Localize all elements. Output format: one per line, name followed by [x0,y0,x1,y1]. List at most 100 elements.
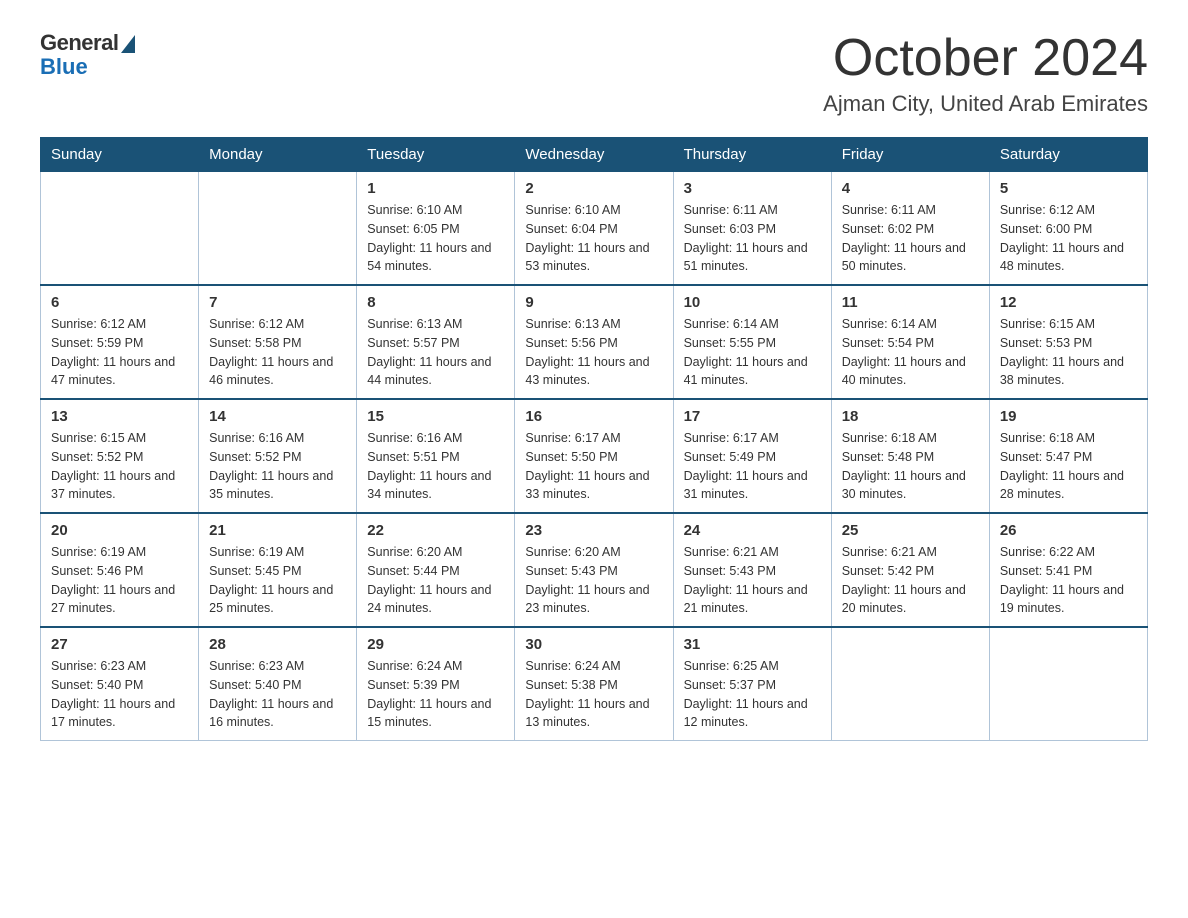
calendar-cell: 7 Sunrise: 6:12 AMSunset: 5:58 PMDaylight… [199,285,357,399]
day-info: Sunrise: 6:23 AMSunset: 5:40 PMDaylight:… [209,657,346,732]
calendar-cell: 29 Sunrise: 6:24 AMSunset: 5:39 PMDayligh… [357,627,515,741]
page-title: October 2024 [823,30,1148,87]
calendar-cell: 24Sunrise: 6:21 AMSunset: 5:43 PMDayligh… [673,513,831,627]
day-info: Sunrise: 6:20 AMSunset: 5:44 PMDaylight:… [367,543,504,618]
calendar-day-header: Monday [199,138,357,172]
calendar-cell: 13 Sunrise: 6:15 AMSunset: 5:52 PMDayligh… [41,399,199,513]
day-info: Sunrise: 6:25 AMSunset: 5:37 PMDaylight:… [684,657,821,732]
day-number: 9 [525,294,662,311]
day-number: 18 [842,408,979,425]
calendar-cell: 28 Sunrise: 6:23 AMSunset: 5:40 PMDayligh… [199,627,357,741]
day-number: 7 [209,294,346,311]
calendar-cell: 15 Sunrise: 6:16 AMSunset: 5:51 PMDayligh… [357,399,515,513]
calendar-cell: 21Sunrise: 6:19 AMSunset: 5:45 PMDayligh… [199,513,357,627]
day-info: Sunrise: 6:13 AMSunset: 5:56 PMDaylight:… [525,315,662,390]
page-header: General Blue October 2024 Ajman City, Un… [40,30,1148,117]
calendar-week-row: 20 Sunrise: 6:19 AMSunset: 5:46 PMDayligh… [41,513,1148,627]
day-number: 3 [684,180,821,197]
calendar-cell: 16Sunrise: 6:17 AMSunset: 5:50 PMDayligh… [515,399,673,513]
logo-arrow-icon [121,35,135,53]
calendar-cell [199,172,357,286]
calendar-cell: 27 Sunrise: 6:23 AMSunset: 5:40 PMDayligh… [41,627,199,741]
day-number: 16 [525,408,662,425]
day-info: Sunrise: 6:12 AMSunset: 5:59 PMDaylight:… [51,315,188,390]
day-number: 29 [367,636,504,653]
day-info: Sunrise: 6:15 AMSunset: 5:53 PMDaylight:… [1000,315,1137,390]
logo-blue-text: Blue [40,54,88,79]
day-number: 17 [684,408,821,425]
day-number: 25 [842,522,979,539]
calendar-day-header: Sunday [41,138,199,172]
day-info: Sunrise: 6:12 AMSunset: 5:58 PMDaylight:… [209,315,346,390]
calendar-header-row: SundayMondayTuesdayWednesdayThursdayFrid… [41,138,1148,172]
calendar-cell: 20 Sunrise: 6:19 AMSunset: 5:46 PMDayligh… [41,513,199,627]
subtitle: Ajman City, United Arab Emirates [823,91,1148,117]
day-number: 30 [525,636,662,653]
calendar-cell [831,627,989,741]
day-number: 20 [51,522,188,539]
day-info: Sunrise: 6:14 AMSunset: 5:55 PMDaylight:… [684,315,821,390]
calendar-week-row: 6Sunrise: 6:12 AMSunset: 5:59 PMDaylight… [41,285,1148,399]
calendar-cell: 4Sunrise: 6:11 AMSunset: 6:02 PMDaylight… [831,172,989,286]
calendar-cell: 12 Sunrise: 6:15 AMSunset: 5:53 PMDayligh… [989,285,1147,399]
day-info: Sunrise: 6:24 AMSunset: 5:38 PMDaylight:… [525,657,662,732]
calendar-cell [41,172,199,286]
day-number: 28 [209,636,346,653]
calendar-week-row: 27 Sunrise: 6:23 AMSunset: 5:40 PMDayligh… [41,627,1148,741]
day-info: Sunrise: 6:19 AMSunset: 5:46 PMDaylight:… [51,543,188,618]
calendar-cell: 30 Sunrise: 6:24 AMSunset: 5:38 PMDayligh… [515,627,673,741]
day-info: Sunrise: 6:15 AMSunset: 5:52 PMDaylight:… [51,429,188,504]
calendar-cell: 5 Sunrise: 6:12 AMSunset: 6:00 PMDaylight… [989,172,1147,286]
day-number: 15 [367,408,504,425]
calendar-cell: 2 Sunrise: 6:10 AMSunset: 6:04 PMDaylight… [515,172,673,286]
day-number: 2 [525,180,662,197]
day-info: Sunrise: 6:23 AMSunset: 5:40 PMDaylight:… [51,657,188,732]
calendar-cell: 3Sunrise: 6:11 AMSunset: 6:03 PMDaylight… [673,172,831,286]
day-info: Sunrise: 6:12 AMSunset: 6:00 PMDaylight:… [1000,201,1137,276]
calendar-cell: 18 Sunrise: 6:18 AMSunset: 5:48 PMDayligh… [831,399,989,513]
calendar-cell: 9 Sunrise: 6:13 AMSunset: 5:56 PMDaylight… [515,285,673,399]
day-number: 13 [51,408,188,425]
day-number: 11 [842,294,979,311]
calendar-cell: 26 Sunrise: 6:22 AMSunset: 5:41 PMDayligh… [989,513,1147,627]
day-number: 22 [367,522,504,539]
calendar-cell: 31 Sunrise: 6:25 AMSunset: 5:37 PMDayligh… [673,627,831,741]
calendar-cell [989,627,1147,741]
day-info: Sunrise: 6:14 AMSunset: 5:54 PMDaylight:… [842,315,979,390]
calendar-cell: 6Sunrise: 6:12 AMSunset: 5:59 PMDaylight… [41,285,199,399]
logo: General Blue [40,30,135,79]
day-number: 12 [1000,294,1137,311]
calendar-cell: 14Sunrise: 6:16 AMSunset: 5:52 PMDayligh… [199,399,357,513]
calendar-day-header: Saturday [989,138,1147,172]
day-number: 19 [1000,408,1137,425]
day-number: 10 [684,294,821,311]
day-info: Sunrise: 6:16 AMSunset: 5:51 PMDaylight:… [367,429,504,504]
day-number: 27 [51,636,188,653]
calendar-day-header: Friday [831,138,989,172]
day-info: Sunrise: 6:10 AMSunset: 6:04 PMDaylight:… [525,201,662,276]
calendar-cell: 19 Sunrise: 6:18 AMSunset: 5:47 PMDayligh… [989,399,1147,513]
day-number: 5 [1000,180,1137,197]
calendar-week-row: 13 Sunrise: 6:15 AMSunset: 5:52 PMDayligh… [41,399,1148,513]
day-info: Sunrise: 6:13 AMSunset: 5:57 PMDaylight:… [367,315,504,390]
day-number: 1 [367,180,504,197]
day-info: Sunrise: 6:20 AMSunset: 5:43 PMDaylight:… [525,543,662,618]
day-number: 24 [684,522,821,539]
logo-general-text: General [40,30,118,56]
calendar-cell: 10 Sunrise: 6:14 AMSunset: 5:55 PMDayligh… [673,285,831,399]
day-info: Sunrise: 6:24 AMSunset: 5:39 PMDaylight:… [367,657,504,732]
calendar-table: SundayMondayTuesdayWednesdayThursdayFrid… [40,137,1148,741]
calendar-cell: 22 Sunrise: 6:20 AMSunset: 5:44 PMDayligh… [357,513,515,627]
day-info: Sunrise: 6:22 AMSunset: 5:41 PMDaylight:… [1000,543,1137,618]
day-number: 26 [1000,522,1137,539]
calendar-week-row: 1Sunrise: 6:10 AMSunset: 6:05 PMDaylight… [41,172,1148,286]
calendar-day-header: Tuesday [357,138,515,172]
calendar-cell: 17 Sunrise: 6:17 AMSunset: 5:49 PMDayligh… [673,399,831,513]
calendar-cell: 11 Sunrise: 6:14 AMSunset: 5:54 PMDayligh… [831,285,989,399]
day-info: Sunrise: 6:18 AMSunset: 5:47 PMDaylight:… [1000,429,1137,504]
day-info: Sunrise: 6:17 AMSunset: 5:49 PMDaylight:… [684,429,821,504]
day-info: Sunrise: 6:18 AMSunset: 5:48 PMDaylight:… [842,429,979,504]
day-info: Sunrise: 6:21 AMSunset: 5:42 PMDaylight:… [842,543,979,618]
day-number: 31 [684,636,821,653]
calendar-cell: 8Sunrise: 6:13 AMSunset: 5:57 PMDaylight… [357,285,515,399]
